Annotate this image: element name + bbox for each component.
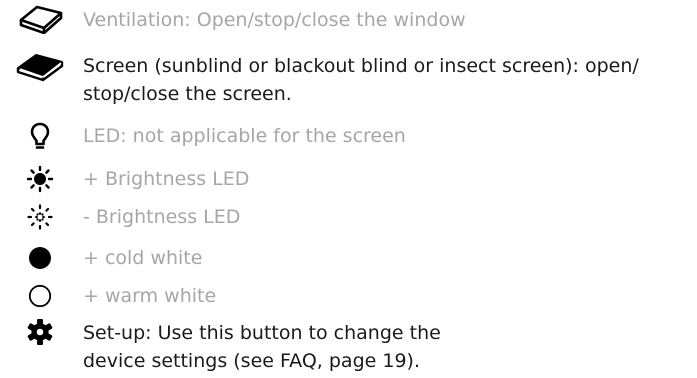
legend-text-brightness-down: - Brightness LED	[83, 206, 241, 228]
gear-icon	[0, 317, 80, 347]
legend-item-warm-white: + warm white	[0, 280, 697, 312]
legend-text-cold-white: + cold white	[83, 247, 203, 269]
window-filled-icon	[0, 52, 80, 82]
legend-text-screen-line2: stop/close the screen.	[83, 83, 292, 105]
hollow-circle-icon	[0, 281, 80, 311]
legend-item-brightness-up: + Brightness LED	[0, 162, 697, 196]
legend-item-brightness-down: - Brightness LED	[0, 200, 697, 234]
brightness-down-icon	[0, 202, 80, 232]
legend-text-led: LED: not applicable for the screen	[83, 125, 406, 147]
legend-item-ventilation: Ventilation: Open/stop/close the window	[0, 0, 697, 40]
window-outline-icon	[0, 2, 80, 36]
legend-item-setup: Set-up: Use this button to change the de…	[0, 316, 697, 378]
legend-text-screen-line1: Screen (sunblind or blackout blind or in…	[83, 55, 639, 77]
legend-text-setup-line1: Set-up: Use this button to change the	[83, 322, 441, 344]
legend-text-brightness-up: + Brightness LED	[83, 168, 250, 190]
legend-item-led: LED: not applicable for the screen	[0, 118, 697, 154]
lightbulb-icon	[0, 120, 80, 152]
legend-text-setup-line2: device settings (see FAQ, page 19).	[83, 350, 420, 372]
legend-item-cold-white: + cold white	[0, 242, 697, 274]
legend-text-ventilation: Ventilation: Open/stop/close the window	[83, 9, 466, 31]
legend-text-warm-white: + warm white	[83, 285, 217, 307]
legend-item-screen: Screen (sunblind or blackout blind or in…	[0, 48, 697, 112]
button-legend: Ventilation: Open/stop/close the window …	[0, 0, 697, 378]
brightness-up-icon	[0, 164, 80, 194]
filled-circle-icon	[0, 243, 80, 273]
